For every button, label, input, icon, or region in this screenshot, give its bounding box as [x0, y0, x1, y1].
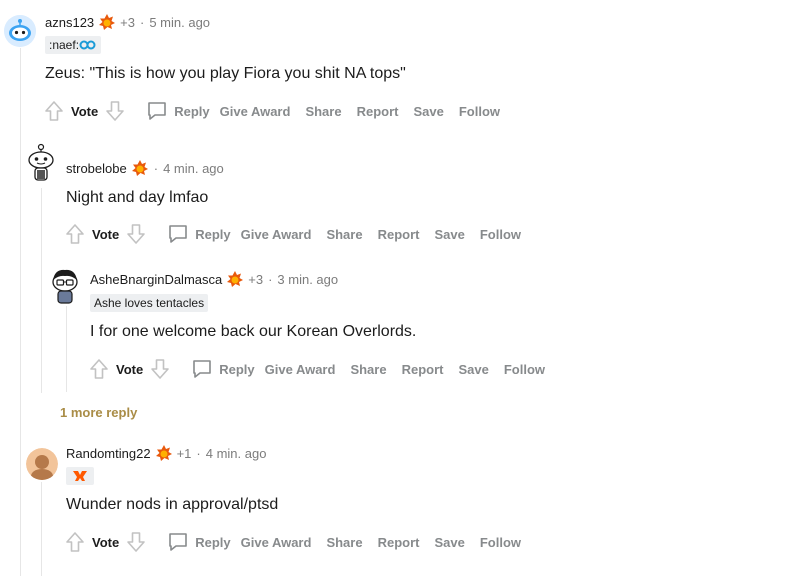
report-button[interactable]: Report [378, 227, 420, 242]
vote-count: Vote [71, 103, 99, 119]
report-button[interactable]: Report [402, 362, 444, 377]
separator-dot: · [268, 271, 273, 287]
award-flame-icon[interactable] [98, 13, 116, 31]
downvote-arrow-icon[interactable] [149, 357, 171, 381]
comment-header: AsheBnarginDalmasca +3 · 3 min. ago [90, 269, 338, 289]
save-button[interactable]: Save [413, 104, 443, 119]
reply-button[interactable]: Reply [146, 100, 210, 122]
upvote-arrow-icon[interactable] [64, 222, 86, 246]
flair-text: Ashe loves tentacles [94, 296, 205, 310]
vote-count: Vote [92, 226, 120, 242]
comment-actions: Vote Reply Give Award Share Report Save … [64, 530, 536, 554]
snoo-avatar-icon [52, 269, 78, 304]
timestamp[interactable]: 4 min. ago [206, 446, 267, 461]
comment-body: I for one welcome back our Korean Overlo… [90, 323, 417, 340]
award-flame-icon[interactable] [131, 159, 149, 177]
award-flame-icon[interactable] [155, 444, 173, 462]
separator-dot: · [139, 14, 145, 30]
vote-count: Vote [92, 534, 120, 550]
give-award-button[interactable]: Give Award [220, 104, 291, 119]
username[interactable]: strobelobe [66, 161, 127, 176]
thread-line-level1[interactable] [41, 188, 42, 393]
follow-button[interactable]: Follow [480, 227, 521, 242]
reply-label: Reply [174, 103, 210, 119]
flair-text: :naef: [49, 38, 80, 52]
reply-button[interactable]: Reply [167, 531, 231, 553]
downvote-arrow-icon[interactable] [104, 99, 126, 123]
award-count: +3 [248, 271, 264, 287]
comment-header: azns123 +3 · 5 min. ago [45, 12, 210, 32]
username[interactable]: azns123 [45, 15, 94, 30]
upvote-arrow-icon[interactable] [64, 530, 86, 554]
timestamp[interactable]: 3 min. ago [277, 272, 338, 287]
snoo-avatar-icon [4, 15, 36, 47]
comment-actions: Vote Reply Give Award Share Report Save … [43, 99, 515, 123]
separator-dot: · [153, 160, 159, 176]
comment-bubble-icon [169, 533, 188, 551]
give-award-button[interactable]: Give Award [241, 535, 312, 550]
share-button[interactable]: Share [326, 535, 362, 550]
comment-body: Wunder nods in approval/ptsd [66, 496, 279, 513]
save-button[interactable]: Save [434, 227, 464, 242]
follow-button[interactable]: Follow [504, 362, 545, 377]
reply-button[interactable]: Reply [167, 223, 231, 245]
comment-bubble-icon [169, 225, 188, 243]
reply-label: Reply [219, 361, 255, 377]
username[interactable]: AsheBnarginDalmasca [90, 272, 222, 287]
comment-header: Randomting22 +1 · 4 min. ago [66, 443, 266, 463]
comment-bubble-icon [148, 102, 167, 120]
follow-button[interactable]: Follow [459, 104, 500, 119]
username[interactable]: Randomting22 [66, 446, 151, 461]
comment-header: strobelobe · 4 min. ago [66, 158, 224, 178]
thread-line-root[interactable] [20, 48, 21, 576]
reply-label: Reply [195, 226, 231, 242]
report-button[interactable]: Report [378, 535, 420, 550]
save-button[interactable]: Save [458, 362, 488, 377]
avatar[interactable] [25, 143, 57, 183]
snoo-avatar-icon [26, 448, 58, 480]
thread-line-comment4[interactable] [41, 482, 42, 576]
vote-count: Vote [116, 361, 144, 377]
avatar[interactable] [26, 448, 58, 480]
downvote-arrow-icon[interactable] [125, 222, 147, 246]
avatar[interactable] [49, 266, 81, 306]
share-button[interactable]: Share [326, 227, 362, 242]
award-count: +1 [176, 445, 192, 461]
upvote-arrow-icon[interactable] [88, 357, 110, 381]
comment-actions: Vote Reply Give Award Share Report Save … [88, 357, 560, 381]
comment-bubble-icon [193, 360, 212, 378]
snoo-avatar-icon [28, 143, 54, 181]
separator-dot: · [196, 445, 201, 461]
comment-body: Zeus: "This is how you play Fiora you sh… [45, 65, 406, 82]
timestamp[interactable]: 4 min. ago [163, 161, 224, 176]
give-award-button[interactable]: Give Award [265, 362, 336, 377]
comment-body: Night and day lmfao [66, 189, 209, 206]
avatar[interactable] [4, 15, 36, 47]
upvote-arrow-icon[interactable] [43, 99, 65, 123]
follow-button[interactable]: Follow [480, 535, 521, 550]
comment-actions: Vote Reply Give Award Share Report Save … [64, 222, 536, 246]
downvote-arrow-icon[interactable] [125, 530, 147, 554]
give-award-button[interactable]: Give Award [241, 227, 312, 242]
reply-button[interactable]: Reply [191, 358, 255, 380]
save-button[interactable]: Save [434, 535, 464, 550]
reply-label: Reply [195, 534, 231, 550]
timestamp[interactable]: 5 min. ago [149, 15, 210, 30]
user-flair [66, 467, 94, 485]
share-button[interactable]: Share [350, 362, 386, 377]
user-flair: :naef: [45, 36, 102, 54]
report-button[interactable]: Report [357, 104, 399, 119]
award-flame-icon[interactable] [226, 270, 244, 288]
fnatic-logo-icon [73, 471, 87, 481]
share-button[interactable]: Share [305, 104, 341, 119]
thread-line-level2[interactable] [66, 306, 67, 392]
c9-logo-icon [79, 40, 96, 50]
user-flair: Ashe loves tentacles [90, 294, 209, 312]
award-count: +3 [120, 14, 135, 30]
more-replies-link[interactable]: 1 more reply [60, 405, 137, 420]
